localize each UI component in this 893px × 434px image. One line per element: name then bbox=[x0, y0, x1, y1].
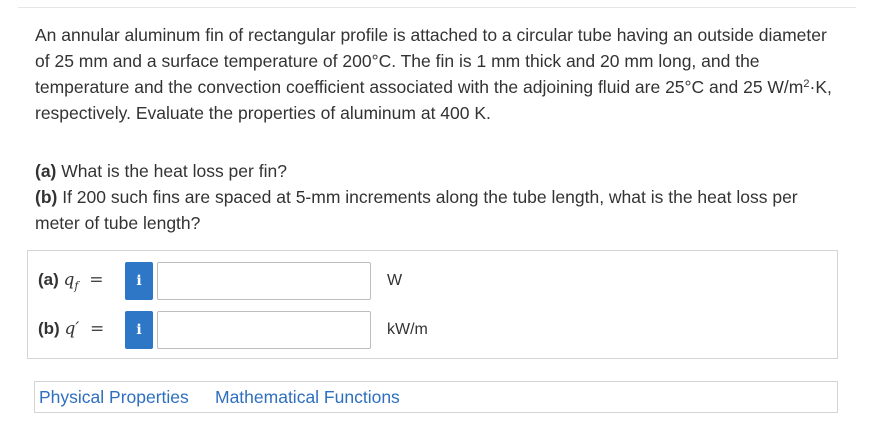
answer-b-label: (b) q′ = bbox=[38, 319, 104, 339]
question-list: (a) What is the heat loss per fin? (b) I… bbox=[35, 158, 845, 236]
info-button-a[interactable]: i bbox=[125, 262, 153, 300]
answer-b-equals: = bbox=[89, 319, 105, 339]
answer-row-a: (a) qf = i W bbox=[28, 261, 837, 301]
physical-properties-link[interactable]: Physical Properties bbox=[39, 387, 189, 408]
question-a: (a) What is the heat loss per fin? bbox=[35, 158, 845, 184]
resource-links-bar: Physical Properties Mathematical Functio… bbox=[34, 381, 838, 413]
answer-a-part: (a) bbox=[38, 270, 59, 289]
question-a-text: What is the heat loss per fin? bbox=[56, 161, 287, 181]
answer-row-b: (b) q′ = i kW/m bbox=[28, 310, 837, 350]
answer-b-unit: kW/m bbox=[387, 321, 428, 338]
answer-a-input[interactable] bbox=[157, 262, 371, 300]
top-divider bbox=[18, 7, 856, 8]
answer-a-subscript: f bbox=[74, 279, 79, 293]
answer-a-equals: = bbox=[89, 270, 104, 290]
answer-b-part: (b) bbox=[38, 319, 60, 338]
answer-b-input[interactable] bbox=[157, 311, 371, 349]
answer-a-unit: W bbox=[387, 272, 403, 289]
mathematical-functions-link[interactable]: Mathematical Functions bbox=[215, 387, 400, 408]
answer-a-label: (a) qf = bbox=[38, 270, 103, 292]
info-button-b[interactable]: i bbox=[125, 311, 153, 349]
question-b-text: If 200 such fins are spaced at 5-mm incr… bbox=[35, 187, 798, 233]
question-b-part: (b) bbox=[35, 187, 58, 207]
question-b: (b) If 200 such fins are spaced at 5-mm … bbox=[35, 184, 845, 236]
question-a-part: (a) bbox=[35, 161, 57, 181]
problem-text-main: An annular aluminum fin of rectangular p… bbox=[35, 25, 827, 97]
answer-b-symbol: q bbox=[64, 319, 76, 339]
answer-panel: (a) qf = i W (b) q′ = i kW/m bbox=[27, 250, 838, 359]
problem-statement: An annular aluminum fin of rectangular p… bbox=[35, 22, 845, 126]
answer-b-prime: ′ bbox=[75, 319, 80, 339]
answer-a-symbol: q bbox=[63, 270, 75, 290]
